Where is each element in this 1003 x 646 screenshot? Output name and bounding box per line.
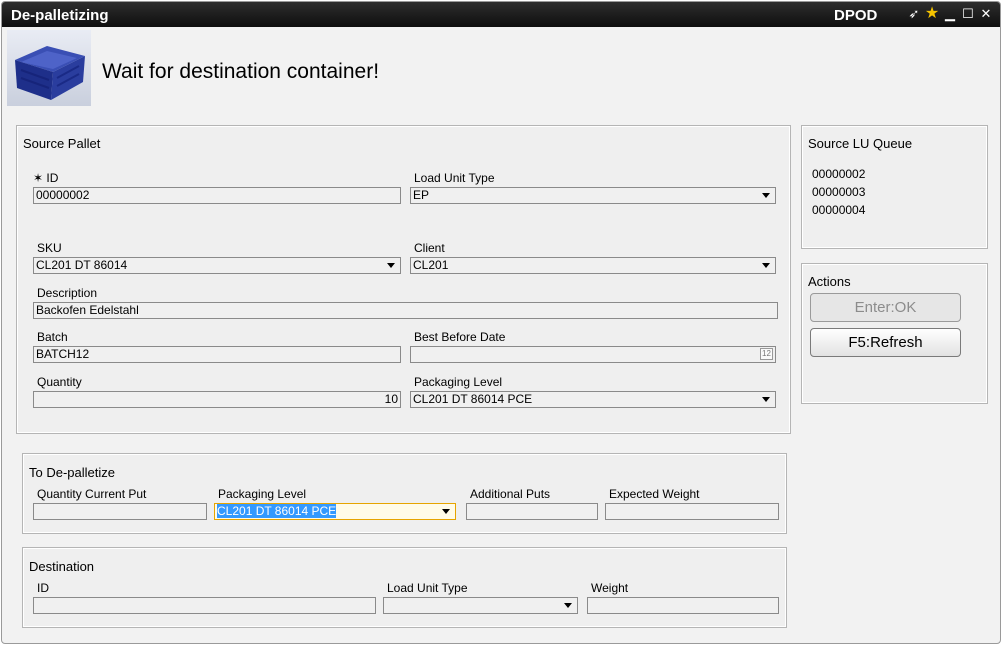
client-select[interactable]: CL201 xyxy=(410,257,776,274)
minimize-icon[interactable]: ▁ xyxy=(942,6,958,22)
depalletize-packaging-level-select[interactable]: CL201 DT 86014 PCE xyxy=(214,503,456,520)
chevron-down-icon xyxy=(564,603,572,608)
required-icon: ✶ xyxy=(33,171,44,185)
app-name: DPOD xyxy=(834,7,878,24)
chevron-down-icon xyxy=(442,509,450,514)
chevron-down-icon xyxy=(387,263,395,268)
actions-title: Actions xyxy=(808,274,851,289)
sku-label: SKU xyxy=(37,241,62,255)
pin-icon[interactable]: ➶ xyxy=(906,6,922,22)
additional-puts-field[interactable] xyxy=(466,503,598,520)
sku-select[interactable]: CL201 DT 86014 xyxy=(33,257,401,274)
title-bar: De-palletizing DPOD ➶ ★ ▁ ☐ ✕ xyxy=(2,2,1000,27)
source-lu-queue-title: Source LU Queue xyxy=(808,136,913,151)
description-field[interactable]: Backofen Edelstahl xyxy=(33,302,778,319)
expected-weight-field[interactable] xyxy=(605,503,779,520)
destination-load-unit-type-label: Load Unit Type xyxy=(387,581,468,595)
refresh-button[interactable]: F5:Refresh xyxy=(810,328,961,357)
source-lu-queue-panel: Source LU Queue 00000002 00000003 000000… xyxy=(801,125,988,249)
load-unit-type-label: Load Unit Type xyxy=(414,171,495,185)
packaging-level-select[interactable]: CL201 DT 86014 PCE xyxy=(410,391,776,408)
source-id-field[interactable]: 00000002 xyxy=(33,187,401,204)
quantity-current-put-label: Quantity Current Put xyxy=(37,487,147,501)
actions-panel: Actions Enter:OK F5:Refresh xyxy=(801,263,988,404)
window-title: De-palletizing xyxy=(11,7,109,24)
description-label: Description xyxy=(37,286,98,300)
status-message: Wait for destination container! xyxy=(102,60,380,83)
depalletize-packaging-level-label: Packaging Level xyxy=(218,487,307,501)
destination-title: Destination xyxy=(29,559,95,574)
source-pallet-title: Source Pallet xyxy=(23,136,101,151)
source-pallet-panel: Source Pallet ✶ ID 00000002 Load Unit Ty… xyxy=(16,125,791,434)
id-label: ✶ ID xyxy=(33,171,59,185)
maximize-icon[interactable]: ☐ xyxy=(960,6,976,22)
to-depalletize-panel: To De-palletize Quantity Current Put Pac… xyxy=(22,453,787,534)
load-unit-type-select[interactable]: EP xyxy=(410,187,776,204)
packaging-level-label: Packaging Level xyxy=(414,375,503,389)
ok-button[interactable]: Enter:OK xyxy=(810,293,961,322)
weight-label: Weight xyxy=(591,581,629,595)
to-depalletize-title: To De-palletize xyxy=(29,465,115,480)
star-icon[interactable]: ★ xyxy=(924,6,940,22)
expected-weight-label: Expected Weight xyxy=(609,487,700,501)
best-before-date-field[interactable]: 12 xyxy=(410,346,776,363)
queue-item[interactable]: 00000004 xyxy=(812,203,865,217)
batch-label: Batch xyxy=(37,330,68,344)
chevron-down-icon xyxy=(762,397,770,402)
quantity-label: Quantity xyxy=(37,375,82,389)
chevron-down-icon xyxy=(762,193,770,198)
queue-item[interactable]: 00000003 xyxy=(812,185,865,199)
weight-field[interactable] xyxy=(587,597,779,614)
chevron-down-icon xyxy=(762,263,770,268)
best-before-date-label: Best Before Date xyxy=(414,330,506,344)
blue-crate-image xyxy=(7,30,91,106)
close-icon[interactable]: ✕ xyxy=(978,6,994,22)
calendar-icon[interactable]: 12 xyxy=(760,348,773,360)
depalletizing-window: De-palletizing DPOD ➶ ★ ▁ ☐ ✕ Wait for d… xyxy=(1,1,1001,644)
quantity-current-put-field[interactable] xyxy=(33,503,207,520)
additional-puts-label: Additional Puts xyxy=(470,487,551,501)
queue-item[interactable]: 00000002 xyxy=(812,167,865,181)
batch-field[interactable]: BATCH12 xyxy=(33,346,401,363)
quantity-field[interactable]: 10 xyxy=(33,391,401,408)
destination-id-field[interactable] xyxy=(33,597,376,614)
client-label: Client xyxy=(414,241,445,255)
destination-panel: Destination ID Load Unit Type Weight xyxy=(22,547,787,628)
destination-id-label: ID xyxy=(37,581,49,595)
destination-load-unit-type-select[interactable] xyxy=(383,597,578,614)
